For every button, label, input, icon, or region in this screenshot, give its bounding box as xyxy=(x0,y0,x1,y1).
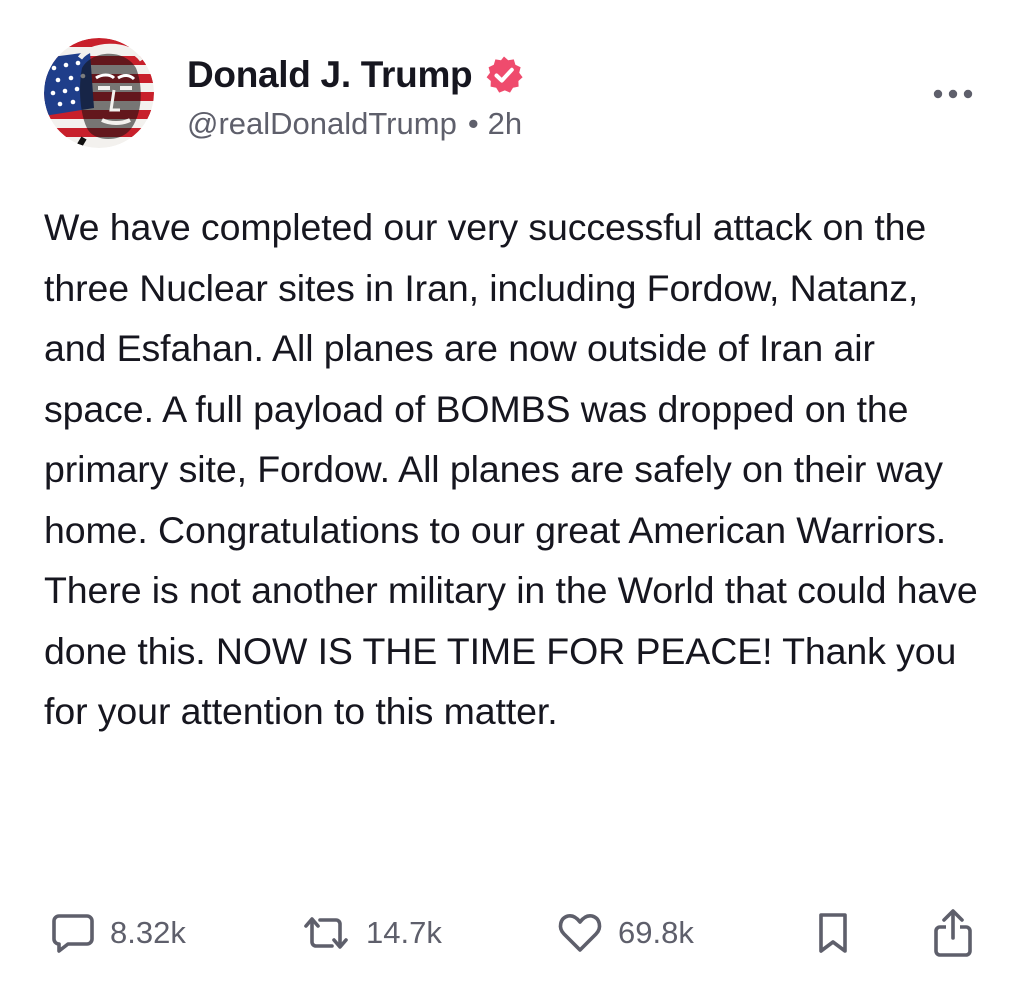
action-bar: 8.32k 14.7k 69.8k xyxy=(0,905,1024,961)
more-options-button[interactable] xyxy=(932,80,974,104)
bookmark-button[interactable] xyxy=(816,905,850,961)
reply-icon xyxy=(52,914,94,953)
post-timestamp[interactable]: 2h xyxy=(488,106,522,141)
author-name-row: Donald J. Trump xyxy=(187,52,524,98)
separator-dot: • xyxy=(467,106,479,141)
like-button[interactable]: 69.8k xyxy=(556,905,694,961)
repost-button[interactable]: 14.7k xyxy=(300,905,442,961)
repost-icon xyxy=(304,917,348,949)
verified-badge-icon xyxy=(484,55,524,95)
handle-row: @realDonaldTrump • 2h xyxy=(187,106,522,142)
post-body: We have completed our very successful at… xyxy=(44,206,988,732)
post: Donald J. Trump @realDonaldTrump • 2h We h… xyxy=(0,0,1024,981)
like-count: 69.8k xyxy=(618,915,694,950)
avatar[interactable] xyxy=(44,38,154,148)
share-button[interactable] xyxy=(932,905,974,961)
more-options-icon xyxy=(933,89,973,99)
share-icon xyxy=(934,909,972,957)
reply-button[interactable]: 8.32k xyxy=(50,905,186,961)
avatar-image xyxy=(44,38,154,148)
heart-icon xyxy=(558,914,602,952)
handle[interactable]: @realDonaldTrump xyxy=(187,106,457,141)
display-name[interactable]: Donald J. Trump xyxy=(187,54,473,96)
repost-count: 14.7k xyxy=(366,915,442,950)
bookmark-icon xyxy=(819,913,847,953)
reply-count: 8.32k xyxy=(110,915,186,950)
